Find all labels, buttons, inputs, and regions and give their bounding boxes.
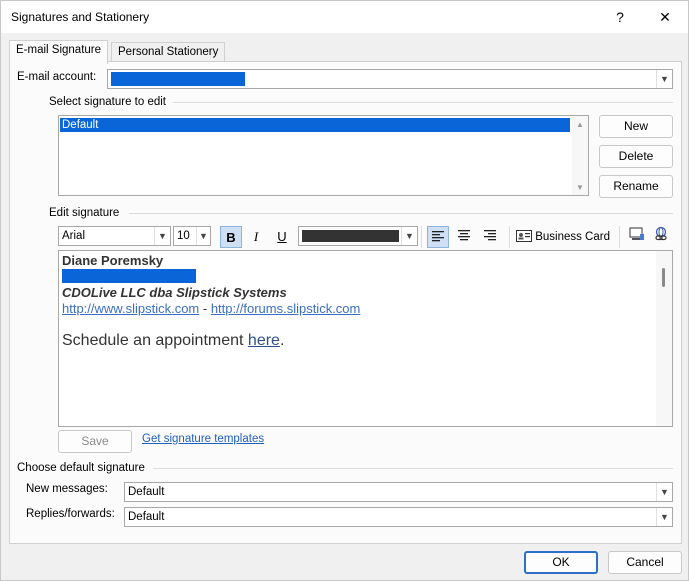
forums-link[interactable]: http://forums.slipstick.com: [211, 301, 361, 316]
link-separator: -: [199, 301, 211, 316]
scroll-up-icon[interactable]: ▲: [576, 120, 584, 129]
business-card-button[interactable]: Business Card: [516, 227, 610, 247]
edit-signature-label: Edit signature: [49, 207, 120, 219]
new-button[interactable]: New: [599, 115, 673, 138]
insert-hyperlink-button[interactable]: [650, 226, 672, 248]
help-button[interactable]: ?: [605, 5, 635, 29]
bold-button[interactable]: B: [220, 226, 242, 248]
signature-schedule: Schedule an appointment here.: [62, 332, 285, 349]
new-messages-label: New messages:: [26, 483, 108, 495]
chevron-down-icon: ▼: [656, 483, 672, 501]
divider: [509, 226, 510, 248]
italic-button[interactable]: I: [245, 226, 267, 248]
align-center-icon: [458, 230, 470, 241]
divider: [129, 213, 673, 214]
cancel-button[interactable]: Cancel: [608, 551, 682, 574]
align-right-icon: [484, 230, 496, 241]
divider: [173, 102, 673, 103]
chevron-down-icon: ▼: [656, 70, 672, 88]
ok-button[interactable]: OK: [524, 551, 598, 574]
font-color-dropdown[interactable]: ▼: [298, 226, 418, 246]
hyperlink-icon: [655, 226, 667, 241]
insert-picture-button[interactable]: [626, 226, 648, 248]
select-signature-label: Select signature to edit: [49, 96, 166, 108]
align-right-button[interactable]: [479, 226, 501, 248]
divider: [153, 468, 673, 469]
title-bar: Signatures and Stationery ? ✕: [1, 1, 688, 33]
signature-links: http://www.slipstick.com - http://forums…: [62, 301, 360, 316]
schedule-link[interactable]: here: [248, 332, 280, 349]
font-color-swatch: [302, 230, 399, 242]
window-title: Signatures and Stationery: [11, 10, 150, 24]
default-signature-label: Choose default signature: [17, 462, 145, 474]
signature-name: Diane Poremsky: [62, 253, 164, 268]
website-link[interactable]: http://www.slipstick.com: [62, 301, 199, 316]
scroll-thumb[interactable]: [662, 268, 665, 287]
align-left-icon: [432, 231, 444, 242]
email-account-label: E-mail account:: [17, 71, 97, 83]
replies-forwards-dropdown[interactable]: Default ▼: [124, 507, 673, 527]
signature-templates-link[interactable]: Get signature templates: [142, 433, 264, 445]
divider: [421, 226, 422, 248]
chevron-down-icon: ▼: [154, 227, 170, 245]
business-card-icon: [516, 230, 532, 242]
signature-editor[interactable]: Diane Poremsky CDOLive LLC dba Slipstick…: [58, 250, 673, 427]
underline-button[interactable]: U: [271, 226, 293, 248]
picture-icon: [629, 227, 644, 240]
signature-list[interactable]: Default ▲ ▼: [58, 115, 589, 196]
chevron-down-icon: ▼: [196, 227, 210, 245]
chevron-down-icon: ▼: [401, 227, 417, 245]
font-size-dropdown[interactable]: 10 ▼: [173, 226, 211, 246]
divider: [619, 226, 620, 248]
align-left-button[interactable]: [427, 226, 449, 248]
scroll-down-icon[interactable]: ▼: [576, 183, 584, 192]
list-item[interactable]: Default: [60, 118, 570, 132]
new-messages-dropdown[interactable]: Default ▼: [124, 482, 673, 502]
signatures-dialog: Signatures and Stationery ? ✕ E-mail Sig…: [0, 0, 689, 581]
delete-button[interactable]: Delete: [599, 145, 673, 168]
list-scrollbar[interactable]: ▲ ▼: [572, 116, 588, 195]
close-button[interactable]: ✕: [650, 5, 680, 29]
editor-scrollbar[interactable]: [656, 251, 672, 426]
signature-company: CDOLive LLC dba Slipstick Systems: [62, 285, 287, 300]
tab-personal-stationery[interactable]: Personal Stationery: [111, 42, 226, 63]
save-button[interactable]: Save: [58, 430, 132, 453]
tab-email-signature[interactable]: E-mail Signature: [9, 40, 109, 64]
align-center-button[interactable]: [453, 226, 475, 248]
redacted-account: [111, 72, 245, 86]
rename-button[interactable]: Rename: [599, 175, 673, 198]
redacted-line: [62, 269, 196, 283]
replies-forwards-label: Replies/forwards:: [26, 508, 115, 520]
font-name-dropdown[interactable]: Arial ▼: [58, 226, 171, 246]
email-account-dropdown[interactable]: ▼: [107, 69, 673, 89]
chevron-down-icon: ▼: [656, 508, 672, 526]
